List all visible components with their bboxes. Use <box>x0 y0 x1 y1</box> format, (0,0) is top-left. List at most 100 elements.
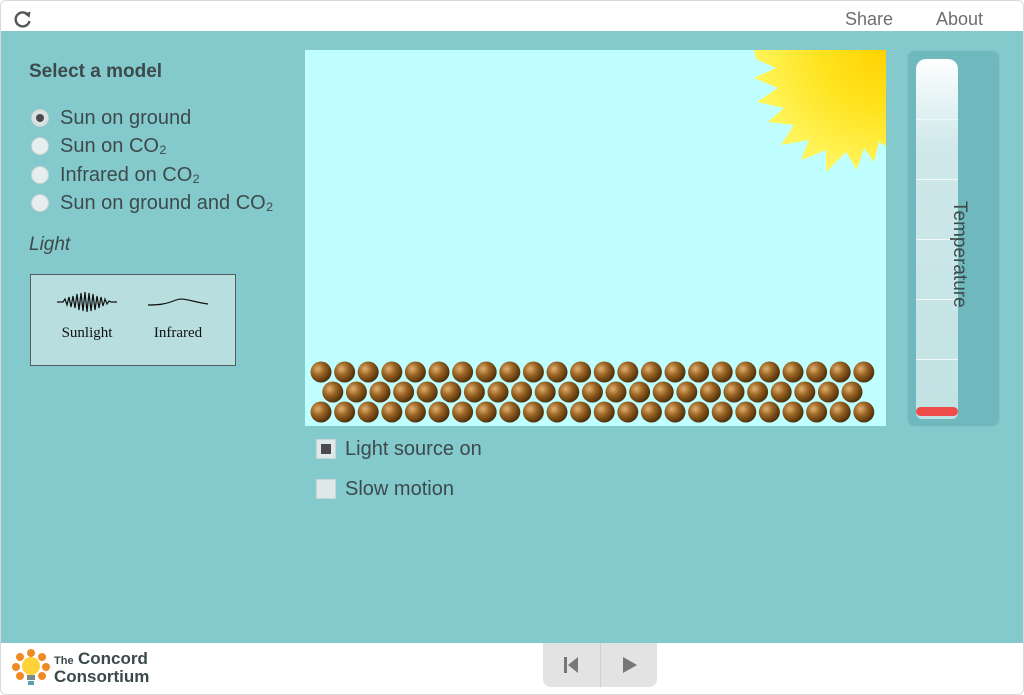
light-legend: Sunlight Infrared <box>30 274 236 366</box>
ground-particle <box>652 381 674 403</box>
ground-particle <box>404 361 426 383</box>
ground-particle <box>570 361 592 383</box>
model-option-infrared-on-co2[interactable]: Infrared on CO₂ <box>31 163 200 187</box>
ground-particle <box>640 361 662 383</box>
ground-particle <box>428 361 450 383</box>
ground-particle <box>381 401 403 423</box>
model-option-label: Sun on ground and CO₂ <box>60 191 274 214</box>
simulation-canvas[interactable] <box>305 50 886 426</box>
step-back-icon <box>564 657 579 673</box>
ground-particle <box>452 401 474 423</box>
slow-motion-toggle[interactable]: Slow motion <box>316 478 454 500</box>
ground-particle <box>534 381 556 403</box>
app-frame: Share About Select a model Sun on ground… <box>0 0 1024 695</box>
infrared-wave-icon <box>148 298 208 306</box>
infrared-label: Infrared <box>153 325 203 341</box>
concord-logo: The Concord Consortium <box>12 647 149 689</box>
ground-particle <box>782 401 804 423</box>
ground-particle <box>758 401 780 423</box>
about-link[interactable]: About <box>936 9 983 30</box>
ground-particle <box>310 361 332 383</box>
ground-particle <box>794 381 816 403</box>
ground-particle <box>416 381 438 403</box>
ground-particle <box>735 401 757 423</box>
ground-particle <box>357 361 379 383</box>
model-option-sun-on-co2[interactable]: Sun on CO₂ <box>31 134 167 158</box>
model-option-label: Sun on CO₂ <box>60 134 167 157</box>
ground-particle <box>357 401 379 423</box>
ground-particle <box>617 361 639 383</box>
sunlight-wave-icon <box>57 291 117 313</box>
ground-particle <box>581 381 603 403</box>
model-option-sun-on-ground-and-co2[interactable]: Sun on ground and CO₂ <box>31 191 273 215</box>
ground-particle <box>806 361 828 383</box>
top-bar: Share About <box>1 1 1023 31</box>
thermometer-level <box>916 407 958 416</box>
logo-concord: Concord <box>78 649 148 668</box>
ground-particle <box>829 361 851 383</box>
ground-particle <box>334 361 356 383</box>
ground-particle <box>487 381 509 403</box>
radio-button[interactable] <box>31 194 49 212</box>
ground-particle <box>770 381 792 403</box>
ground-particle <box>475 361 497 383</box>
ground-particle <box>806 401 828 423</box>
ground-particle <box>381 361 403 383</box>
ground-particle <box>853 361 875 383</box>
share-link[interactable]: Share <box>845 9 893 30</box>
model-option-sun-on-ground[interactable]: Sun on ground <box>31 106 191 130</box>
ground-particle <box>322 381 344 403</box>
ground-particle <box>688 361 710 383</box>
ground-particle <box>499 401 521 423</box>
ground-particle <box>404 401 426 423</box>
ground-particle <box>440 381 462 403</box>
logo-text: The Concord Consortium <box>54 649 150 686</box>
ground-particle <box>593 401 615 423</box>
ground-particle <box>841 381 863 403</box>
ground-particle <box>829 401 851 423</box>
main-area: Select a model Sun on ground Sun on CO₂ … <box>1 31 1023 643</box>
radio-button[interactable] <box>31 166 49 184</box>
model-option-label: Infrared on CO₂ <box>60 163 201 186</box>
ground-particle <box>334 401 356 423</box>
ground-particle <box>817 381 839 403</box>
ground-particle <box>664 401 686 423</box>
logo-consortium: Consortium <box>54 667 150 686</box>
ground-particle <box>511 381 533 403</box>
ground-particle <box>605 381 627 403</box>
reload-icon[interactable] <box>13 9 33 29</box>
ground-particle <box>664 361 686 383</box>
play-icon <box>622 657 637 673</box>
playback-controls <box>543 643 657 687</box>
thermometer-panel: Temperature <box>907 50 1000 427</box>
light-source-toggle[interactable]: Light source on <box>316 438 482 460</box>
ground-particle <box>310 401 332 423</box>
ground-particle <box>699 381 721 403</box>
ground-particle <box>593 361 615 383</box>
sun-icon <box>754 50 886 172</box>
ground-particle <box>711 361 733 383</box>
ground-particle <box>499 361 521 383</box>
ground-particle <box>676 381 698 403</box>
ground-particle <box>758 361 780 383</box>
sunlight-label: Sunlight <box>61 325 113 341</box>
ground-particle <box>546 361 568 383</box>
play-button[interactable] <box>600 643 657 687</box>
lightbulb-logo-icon <box>12 649 50 685</box>
step-back-button[interactable] <box>543 643 600 687</box>
slow-motion-checkbox[interactable] <box>316 479 336 499</box>
radio-button[interactable] <box>31 137 49 155</box>
temperature-label: Temperature <box>949 201 970 308</box>
legend-sunlight: Sunlight <box>47 291 127 342</box>
ground-particle <box>853 401 875 423</box>
ground-particle <box>558 381 580 403</box>
ground-particles <box>310 361 875 423</box>
legend-infrared: Infrared <box>138 291 218 342</box>
ground-particle <box>747 381 769 403</box>
radio-button[interactable] <box>31 109 49 127</box>
ground-particle <box>475 401 497 423</box>
ground-particle <box>345 381 367 403</box>
logo-the: The <box>54 655 74 667</box>
ground-particle <box>723 381 745 403</box>
light-source-checkbox[interactable] <box>316 439 336 459</box>
